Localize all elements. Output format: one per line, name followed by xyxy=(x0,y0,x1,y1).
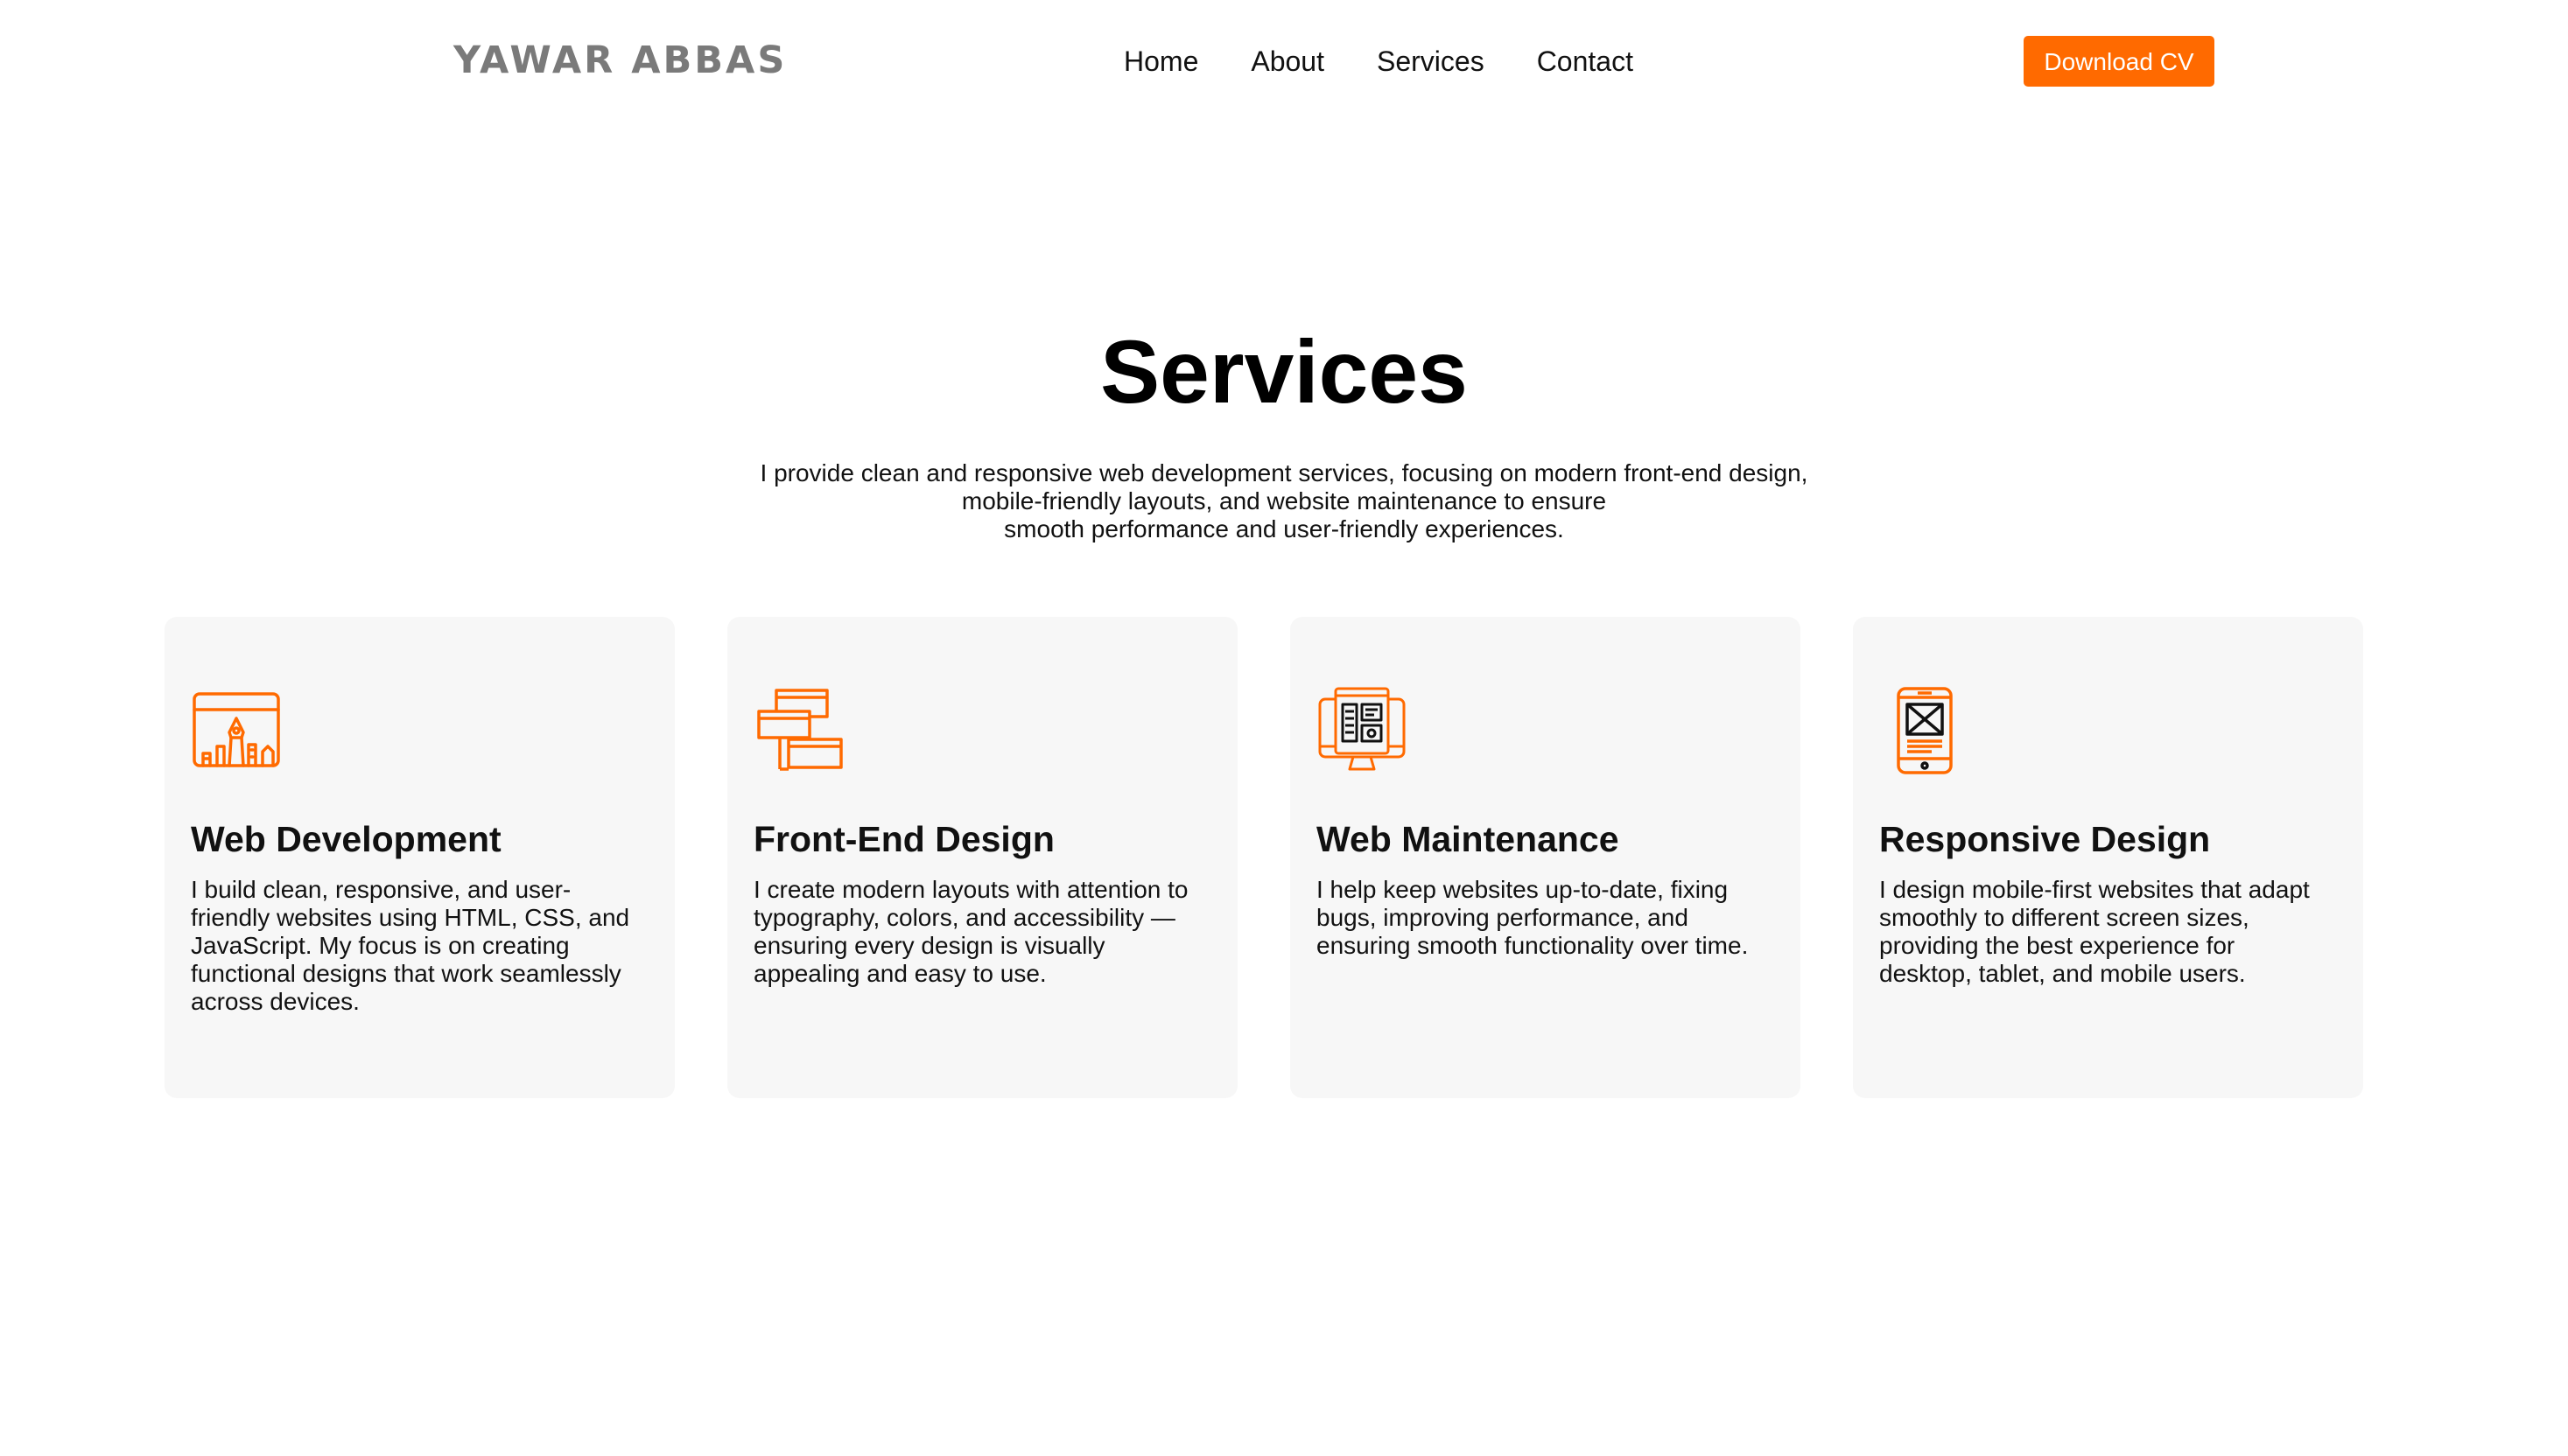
card-title: Web Maintenance xyxy=(1316,819,1619,859)
web-development-icon xyxy=(193,692,280,767)
card-description-line: I create modern layouts with attention t… xyxy=(754,876,1189,903)
card-title: Responsive Design xyxy=(1879,819,2211,859)
service-card-responsive-design: Responsive Design I design mobile-first … xyxy=(1853,617,2363,1098)
card-description-line: across devices. xyxy=(191,988,360,1015)
card-description-line: JavaScript. My focus is on creating xyxy=(191,932,570,959)
card-description-line: ensuring smooth functionality over time. xyxy=(1316,932,1749,959)
card-description-line: ensuring every design is visually xyxy=(754,932,1105,959)
card-description-line: smoothly to different screen sizes, xyxy=(1879,904,2249,931)
section-description-line: smooth performance and user-friendly exp… xyxy=(1004,515,1564,542)
nav-link-services[interactable]: Services xyxy=(1377,38,1484,84)
card-description-line: I help keep websites up-to-date, fixing xyxy=(1316,876,1729,903)
download-cv-button[interactable]: Download CV xyxy=(2024,36,2214,87)
card-description-line: appealing and easy to use. xyxy=(754,960,1047,987)
card-title: Web Development xyxy=(191,819,502,859)
service-card-web-maintenance: Web Maintenance I help keep websites up-… xyxy=(1290,617,1800,1098)
site-logo[interactable]: YAWAR ABBAS xyxy=(453,33,787,88)
card-description-line: typography, colors, and accessibility — xyxy=(754,904,1175,931)
main-nav: Home About Services Contact xyxy=(1124,38,1633,84)
services-cards: Web Development I build clean, responsiv… xyxy=(165,617,2363,1098)
card-description-line: I design mobile-first websites that adap… xyxy=(1879,876,2310,903)
card-description-line: desktop, tablet, and mobile users. xyxy=(1879,960,2246,987)
nav-link-contact[interactable]: Contact xyxy=(1537,38,1633,84)
card-description-line: providing the best experience for xyxy=(1879,932,2235,959)
responsive-design-icon xyxy=(1897,687,1953,774)
service-card-front-end-design: Front-End Design I create modern layouts… xyxy=(727,617,1238,1098)
front-end-design-icon xyxy=(757,689,843,771)
card-description-line: I build clean, responsive, and user- xyxy=(191,876,572,903)
service-card-web-development: Web Development I build clean, responsiv… xyxy=(165,617,675,1098)
card-title: Front-End Design xyxy=(754,819,1055,859)
card-description-line: functional designs that work seamlessly xyxy=(191,960,621,987)
card-description-line: friendly websites using HTML, CSS, and xyxy=(191,904,630,931)
card-description: I help keep websites up-to-date, fixing … xyxy=(1316,876,1780,960)
section-title: Services xyxy=(1100,322,1468,422)
card-description: I design mobile-first websites that adap… xyxy=(1879,876,2343,988)
card-description-line: bugs, improving performance, and xyxy=(1316,904,1688,931)
nav-link-about[interactable]: About xyxy=(1251,38,1324,84)
section-description-line: I provide clean and responsive web devel… xyxy=(760,459,1808,486)
card-description: I build clean, responsive, and user- fri… xyxy=(191,876,655,1016)
web-maintenance-icon xyxy=(1318,687,1406,771)
site-header: YAWAR ABBAS Home About Services Contact … xyxy=(0,0,2568,122)
section-description: I provide clean and responsive web devel… xyxy=(0,459,2568,543)
card-description: I create modern layouts with attention t… xyxy=(754,876,1217,988)
nav-link-home[interactable]: Home xyxy=(1124,38,1198,84)
section-description-line: mobile-friendly layouts, and website mai… xyxy=(961,487,1607,514)
